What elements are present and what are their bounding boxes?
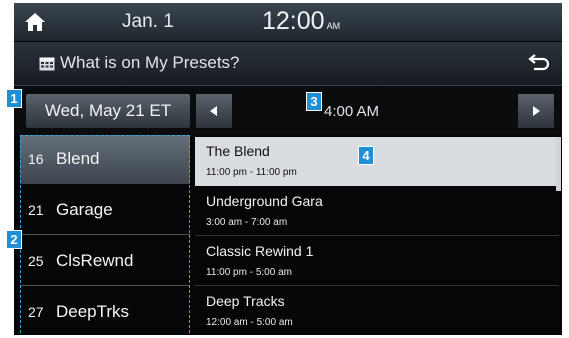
clock-time: 12:00 <box>262 7 325 35</box>
back-button[interactable] <box>522 50 554 78</box>
navigation-row: Wed, May 21 ET 4:00 AM <box>14 87 562 135</box>
program-scrollbar[interactable] <box>556 137 561 191</box>
clock-ampm: AM <box>326 21 341 31</box>
calendar-icon <box>39 57 55 71</box>
arrow-right-icon <box>533 106 540 116</box>
program-title: Deep Tracks <box>206 293 285 309</box>
callout-badge-4: 4 <box>358 146 374 165</box>
home-icon[interactable] <box>22 11 48 33</box>
channel-list-highlight <box>20 135 190 335</box>
program-item[interactable]: Underground Gara 3:00 am - 7:00 am <box>195 187 559 236</box>
arrow-left-icon <box>210 106 217 116</box>
program-time: 3:00 am - 7:00 am <box>206 217 288 228</box>
program-time: 11:00 pm - 11:00 pm <box>206 167 297 178</box>
program-time: 11:00 pm - 5:00 am <box>206 267 292 278</box>
program-title: Underground Gara <box>206 193 323 209</box>
program-list: The Blend 11:00 pm - 11:00 pm Undergroun… <box>195 137 562 335</box>
title-bar: What is on My Presets? <box>14 42 562 86</box>
divider <box>195 235 559 236</box>
page-title: What is on My Presets? <box>60 53 240 72</box>
previous-time-button[interactable] <box>196 94 232 128</box>
time-slot-label: 4:00 AM <box>324 103 380 120</box>
program-time: 12:00 am - 5:00 am <box>206 317 293 328</box>
callout-badge-3: 3 <box>306 92 322 111</box>
status-clock: 12:00 AM <box>262 7 340 36</box>
program-title: Classic Rewind 1 <box>206 243 314 259</box>
program-item[interactable]: Classic Rewind 1 11:00 pm - 5:00 am <box>195 237 559 286</box>
callout-badge-2: 2 <box>6 230 22 249</box>
date-select-button[interactable]: Wed, May 21 ET <box>26 94 190 128</box>
status-bar: Jan. 1 12:00 AM <box>14 3 562 41</box>
radio-screen: Jan. 1 12:00 AM What is on My Presets? We… <box>14 3 562 335</box>
program-item[interactable]: The Blend 11:00 pm - 11:00 pm <box>195 137 559 186</box>
callout-badge-1: 1 <box>6 89 22 108</box>
program-title: The Blend <box>206 143 270 159</box>
next-time-button[interactable] <box>518 94 554 128</box>
divider <box>195 285 559 286</box>
program-item[interactable]: Deep Tracks 12:00 am - 5:00 am <box>195 287 559 335</box>
status-date: Jan. 1 <box>122 11 174 32</box>
